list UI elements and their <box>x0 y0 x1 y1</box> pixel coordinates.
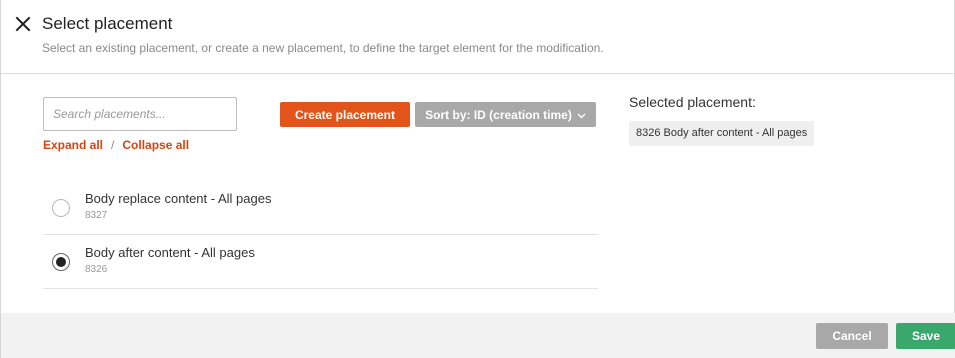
create-placement-button[interactable]: Create placement <box>280 102 410 127</box>
chevron-down-icon <box>577 108 586 122</box>
sort-label: Sort by: ID (creation time) <box>425 107 572 122</box>
selected-placement-label: Selected placement: <box>629 94 756 110</box>
placement-id: 8326 <box>85 264 108 275</box>
cancel-button[interactable]: Cancel <box>816 323 888 349</box>
save-button[interactable]: Save <box>896 323 955 349</box>
placement-id: 8327 <box>85 210 108 221</box>
dialog-subtitle: Select an existing placement, or create … <box>42 41 604 55</box>
placement-item[interactable]: Body after content - All pages 8326 <box>43 235 598 289</box>
search-input[interactable] <box>43 97 237 131</box>
dialog-header: Select placement Select an existing plac… <box>1 0 955 74</box>
sort-dropdown-button[interactable]: Sort by: ID (creation time) <box>415 102 596 127</box>
dialog-title: Select placement <box>42 14 173 33</box>
placement-radio[interactable] <box>52 199 70 217</box>
dialog-footer: Cancel Save <box>1 313 955 358</box>
link-separator: / <box>111 138 115 152</box>
placement-name: Body after content - All pages <box>85 245 255 260</box>
placement-radio[interactable] <box>52 253 70 271</box>
placement-name: Body replace content - All pages <box>85 191 272 206</box>
collapse-all-link[interactable]: Collapse all <box>122 138 189 152</box>
expand-collapse-links: Expand all / Collapse all <box>43 138 189 152</box>
expand-all-link[interactable]: Expand all <box>43 138 103 152</box>
placement-item[interactable]: Body replace content - All pages 8327 <box>43 181 598 235</box>
placement-list: Body replace content - All pages 8327 Bo… <box>43 181 598 289</box>
close-icon[interactable] <box>15 16 31 32</box>
select-placement-dialog: Select placement Select an existing plac… <box>0 0 955 358</box>
selected-placement-badge: 8326 Body after content - All pages <box>629 121 815 146</box>
